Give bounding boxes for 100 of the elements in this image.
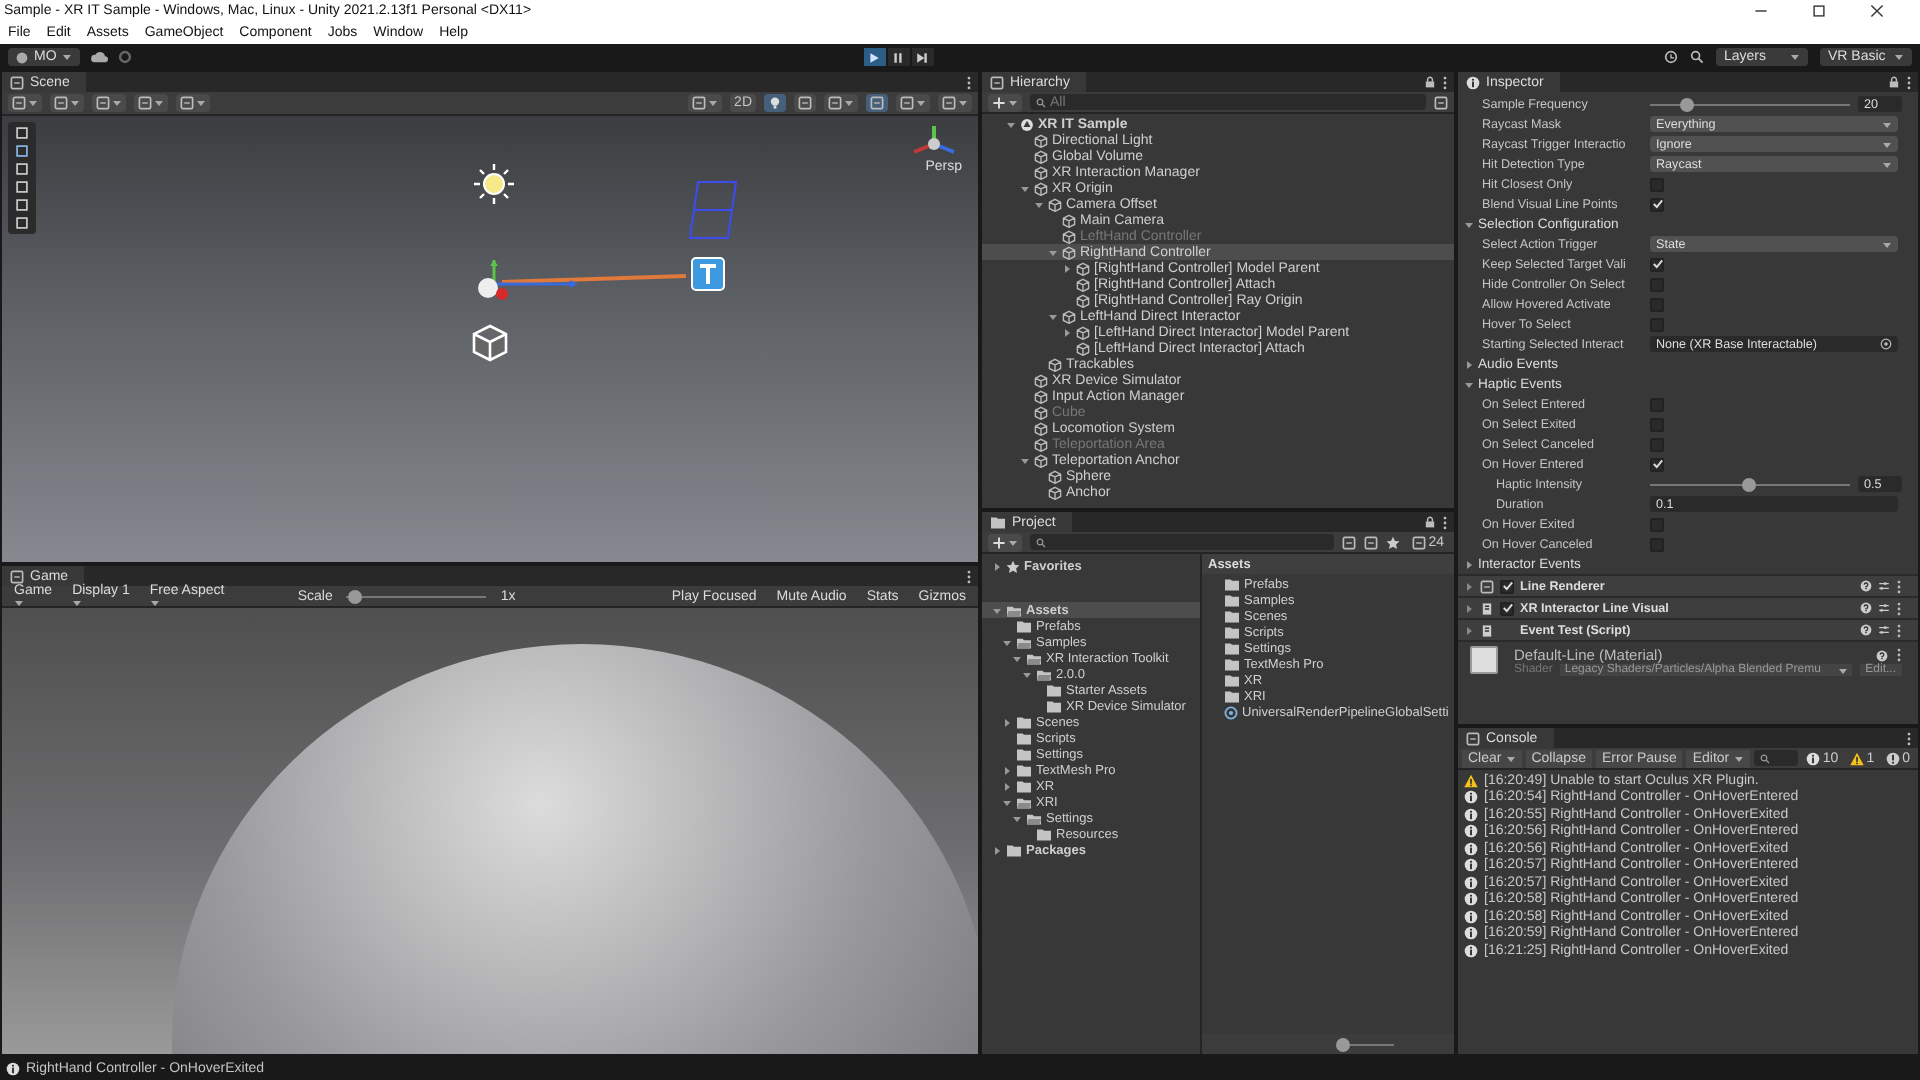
info-icon xyxy=(1466,75,1480,89)
draw-mode-button[interactable] xyxy=(8,94,42,112)
caret-icon xyxy=(1790,52,1800,62)
caret-icon xyxy=(1837,665,1848,675)
info-icon xyxy=(6,1061,20,1075)
history-icon xyxy=(1664,50,1678,64)
search-icon xyxy=(1036,537,1046,547)
play-icon xyxy=(868,51,881,63)
caret-icon xyxy=(154,98,164,108)
caret-icon xyxy=(28,98,38,108)
more-icon xyxy=(1906,731,1912,745)
maximize-icon xyxy=(1812,3,1826,17)
warning-icon xyxy=(1464,773,1478,788)
more-icon xyxy=(1896,601,1902,615)
slider-thumb[interactable] xyxy=(1680,97,1694,111)
text-object-icon xyxy=(690,256,726,292)
tool-palette[interactable] xyxy=(8,122,36,234)
help-icon xyxy=(1860,580,1872,592)
more-icon xyxy=(1896,648,1902,662)
object-picker-icon xyxy=(1880,338,1892,350)
camera-button[interactable] xyxy=(896,94,930,112)
play-button[interactable] xyxy=(863,48,886,66)
star-icon xyxy=(1386,535,1401,549)
plus-icon xyxy=(992,535,1006,549)
caret-icon xyxy=(1882,239,1892,249)
cloud-icon xyxy=(90,50,109,64)
help-icon xyxy=(1860,624,1872,636)
preset-icon xyxy=(1878,580,1890,592)
camera-frustum-drawing xyxy=(686,180,738,240)
caret-icon xyxy=(1733,753,1744,763)
lighting-button[interactable] xyxy=(764,94,786,112)
help-icon xyxy=(1876,649,1888,661)
increment-button[interactable] xyxy=(176,94,210,112)
more-icon xyxy=(1906,75,1912,89)
lock-icon xyxy=(1424,516,1436,528)
caret-icon xyxy=(1464,603,1474,613)
step-button[interactable] xyxy=(911,48,934,66)
create-button[interactable] xyxy=(988,533,1022,551)
more-icon xyxy=(966,569,972,583)
close-icon xyxy=(1870,3,1884,17)
caret-icon xyxy=(991,605,1001,615)
caret-icon xyxy=(1464,581,1474,591)
caret-icon xyxy=(916,98,926,108)
caret-icon xyxy=(991,561,1001,571)
settings-asset-icon xyxy=(1224,705,1238,719)
caret-icon xyxy=(1005,119,1015,129)
cube-gizmo-icon xyxy=(470,324,510,364)
slider-thumb[interactable] xyxy=(1742,477,1756,491)
checkbox[interactable] xyxy=(1650,257,1664,271)
material-preview xyxy=(1470,646,1498,674)
caret-icon xyxy=(708,98,719,108)
checkmark-icon xyxy=(1651,258,1663,270)
caret-icon xyxy=(1464,625,1474,635)
checkbox[interactable] xyxy=(1650,197,1664,211)
script-icon xyxy=(1480,601,1494,615)
unity-scene-icon xyxy=(1020,117,1034,131)
search-field[interactable] xyxy=(1030,534,1335,550)
render-button[interactable] xyxy=(50,94,84,112)
caret-icon xyxy=(1019,455,1029,465)
caret-icon xyxy=(844,98,854,108)
caret-icon xyxy=(1464,559,1474,569)
visibility-button[interactable] xyxy=(866,94,888,112)
shading-button[interactable] xyxy=(688,94,723,112)
add-button[interactable] xyxy=(988,93,1022,111)
search-icon xyxy=(1759,753,1770,763)
enabled-checkbox[interactable] xyxy=(1500,579,1514,593)
caret-icon xyxy=(70,98,80,108)
caret-icon xyxy=(1505,753,1516,763)
grid-button[interactable] xyxy=(92,94,126,112)
search-icon xyxy=(1690,50,1704,64)
sun-icon xyxy=(474,164,514,204)
caret-icon xyxy=(112,98,122,108)
open-folder-icon xyxy=(1006,603,1022,617)
caret-icon xyxy=(1464,219,1474,229)
caret-icon xyxy=(1001,717,1011,727)
checkmark-icon xyxy=(1651,198,1663,210)
snap-button[interactable] xyxy=(134,94,168,112)
caret-icon xyxy=(1894,52,1904,62)
gizmos-button[interactable] xyxy=(938,94,972,112)
lock-icon xyxy=(1888,76,1900,88)
step-icon xyxy=(916,51,929,63)
enabled-checkbox[interactable] xyxy=(1500,601,1514,615)
caret-icon xyxy=(958,98,968,108)
search-icon xyxy=(1036,97,1046,107)
scale-slider-thumb[interactable] xyxy=(347,589,362,603)
search-field[interactable] xyxy=(1753,750,1799,766)
more-icon xyxy=(1442,75,1448,89)
audio-button[interactable] xyxy=(794,94,816,112)
caret-icon xyxy=(1008,537,1018,547)
more-icon xyxy=(966,75,972,89)
checkbox[interactable] xyxy=(1650,457,1664,471)
more-icon xyxy=(1442,515,1448,529)
pause-icon xyxy=(892,51,905,63)
effects-button[interactable] xyxy=(824,94,858,112)
preset-icon xyxy=(1878,602,1890,614)
account-icon xyxy=(16,51,28,63)
plus-icon xyxy=(992,95,1006,109)
lock-icon xyxy=(1424,76,1436,88)
more-icon xyxy=(1896,579,1902,593)
pause-button[interactable] xyxy=(887,48,910,66)
